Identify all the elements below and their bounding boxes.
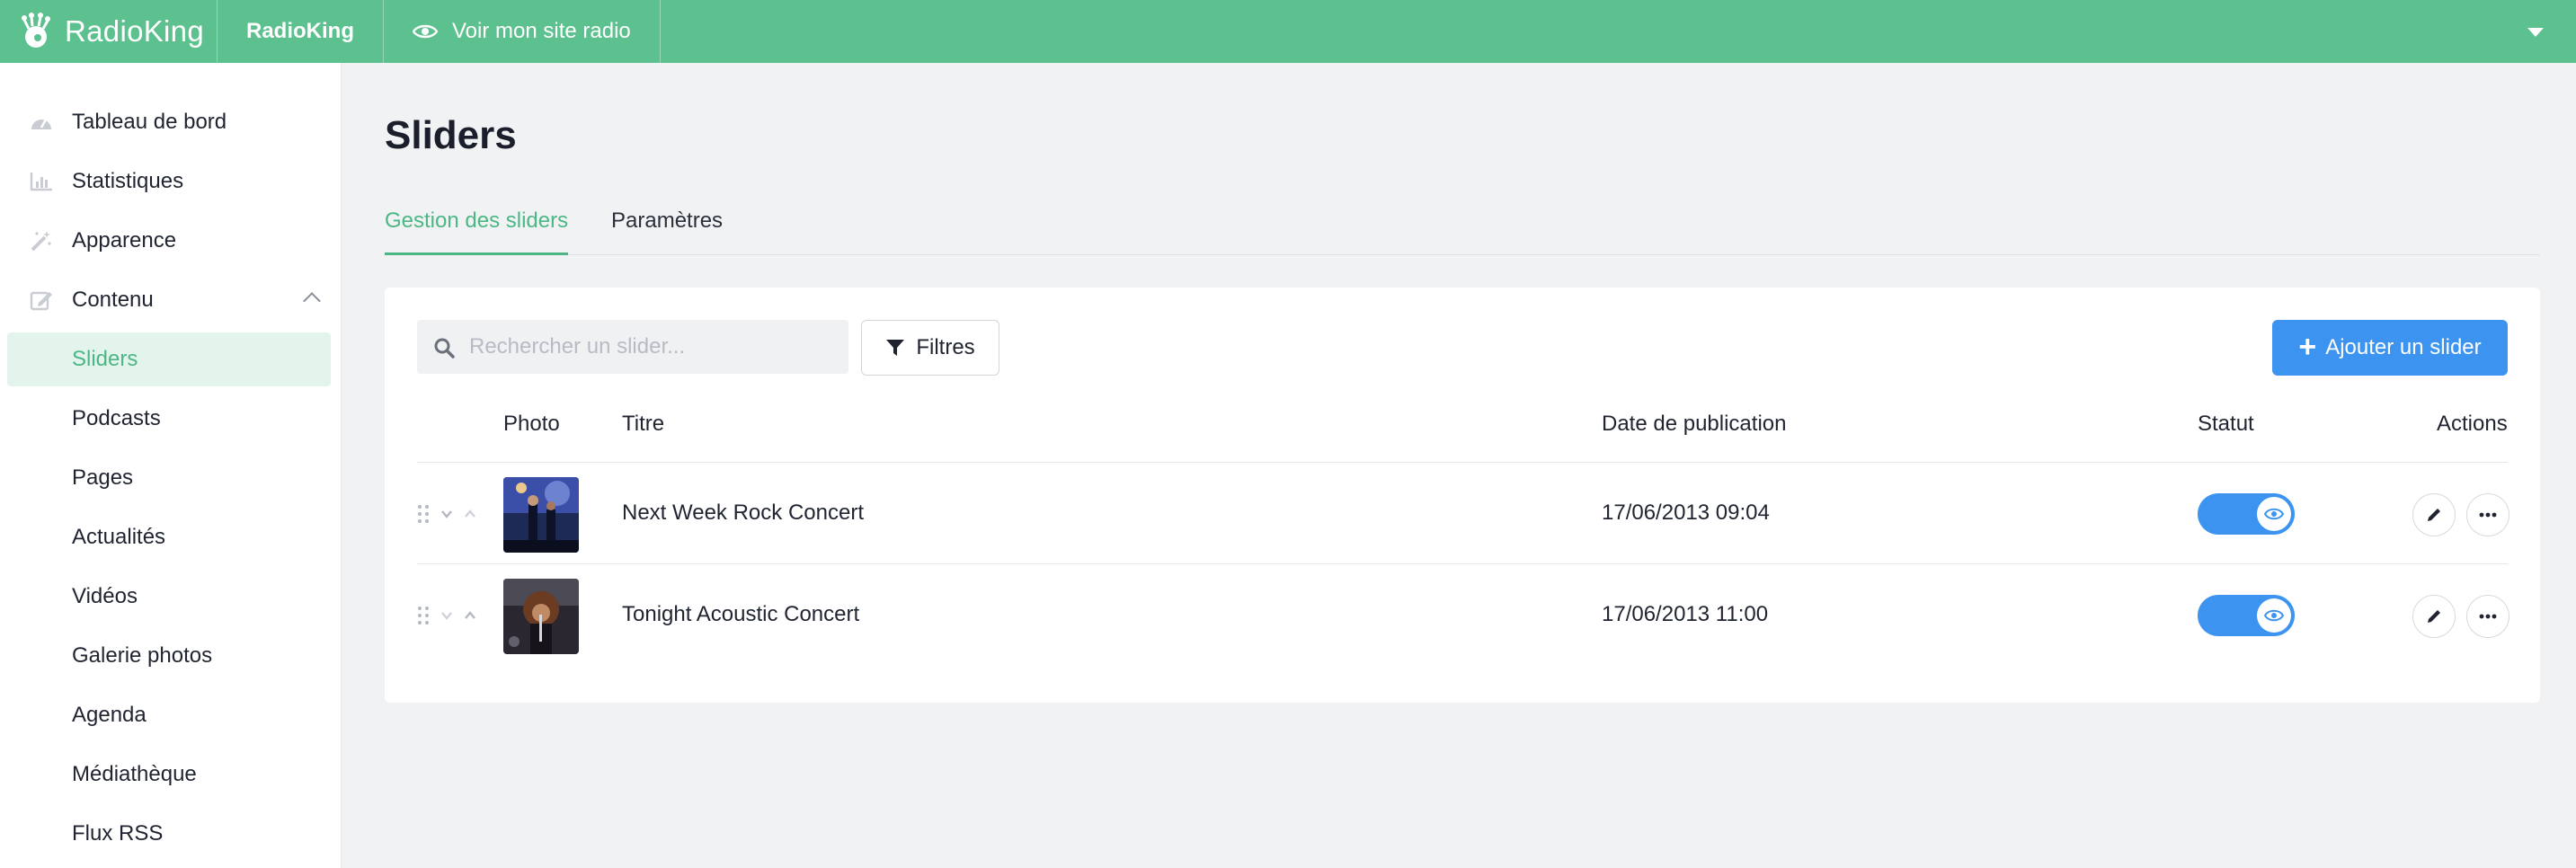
slider-photo bbox=[503, 579, 579, 654]
filter-button[interactable]: Filtres bbox=[861, 320, 999, 376]
search-icon bbox=[434, 338, 455, 359]
search-input[interactable] bbox=[469, 320, 838, 374]
tab-bar: Gestion des sliders Paramètres bbox=[385, 208, 2540, 255]
sidebar-item-news[interactable]: Actualités bbox=[7, 510, 331, 564]
slider-title: Next Week Rock Concert bbox=[622, 500, 864, 525]
eye-icon bbox=[2264, 508, 2284, 520]
more-options-button[interactable] bbox=[2466, 595, 2509, 638]
sidebar: Tableau de bord Statistiques Apparence C… bbox=[0, 63, 342, 868]
column-header-date[interactable]: Date de publication bbox=[1602, 412, 1786, 437]
edit-button[interactable] bbox=[2412, 595, 2456, 638]
radioking-logo-icon bbox=[22, 13, 50, 48]
magic-wand-icon bbox=[29, 228, 54, 253]
filter-label: Filtres bbox=[916, 335, 975, 359]
eye-icon bbox=[413, 24, 438, 39]
sidebar-item-label: Tableau de bord bbox=[72, 110, 227, 134]
more-options-button[interactable] bbox=[2466, 493, 2509, 536]
edit-button[interactable] bbox=[2412, 493, 2456, 536]
logo[interactable]: RadioKing bbox=[0, 0, 218, 63]
add-slider-button[interactable]: + Ajouter un slider bbox=[2272, 320, 2508, 376]
sidebar-item-label: Contenu bbox=[72, 288, 154, 312]
publication-date: 17/06/2013 09:04 bbox=[1602, 500, 1770, 525]
column-header-status: Statut bbox=[2198, 412, 2254, 436]
move-down-icon[interactable] bbox=[440, 609, 453, 622]
toggle-knob bbox=[2257, 598, 2291, 633]
pencil-icon bbox=[2428, 509, 2440, 521]
top-bar: RadioKing RadioKing Voir mon site radio bbox=[0, 0, 2576, 63]
account-dropdown-caret-icon[interactable] bbox=[2527, 28, 2544, 37]
sidebar-item-content[interactable]: Contenu bbox=[7, 273, 331, 327]
drag-handle-icon[interactable] bbox=[417, 504, 430, 524]
column-header-title[interactable]: Titre bbox=[622, 412, 664, 437]
table-row: Tonight Acoustic Concert 17/06/2013 11:0… bbox=[417, 564, 2509, 667]
ellipsis-icon bbox=[2479, 512, 2497, 518]
sidebar-item-label: Actualités bbox=[72, 525, 166, 549]
chevron-up-icon[interactable] bbox=[303, 292, 321, 310]
brand-name: RadioKing bbox=[65, 14, 204, 48]
sidebar-item-stats[interactable]: Statistiques bbox=[7, 155, 331, 208]
page-title: Sliders bbox=[385, 113, 517, 157]
slider-photo bbox=[503, 477, 579, 553]
eye-icon bbox=[2264, 609, 2284, 622]
sidebar-item-label: Sliders bbox=[72, 347, 138, 371]
sidebar-item-media-library[interactable]: Médiathèque bbox=[7, 748, 331, 802]
sidebar-item-label: Galerie photos bbox=[72, 643, 213, 668]
drag-handle-icon[interactable] bbox=[417, 606, 430, 625]
move-down-icon[interactable] bbox=[440, 508, 453, 520]
plus-icon: + bbox=[2298, 330, 2317, 364]
move-up-icon[interactable] bbox=[464, 609, 476, 622]
filter-icon bbox=[886, 340, 905, 356]
sidebar-item-label: Apparence bbox=[72, 228, 177, 252]
sidebar-item-videos[interactable]: Vidéos bbox=[7, 570, 331, 624]
column-header-actions: Actions bbox=[2437, 412, 2508, 436]
slider-title: Tonight Acoustic Concert bbox=[622, 602, 860, 626]
radio-name: RadioKing bbox=[246, 19, 354, 43]
view-site-label: Voir mon site radio bbox=[452, 19, 631, 43]
radio-selector[interactable]: RadioKing bbox=[218, 0, 384, 63]
status-toggle[interactable] bbox=[2198, 595, 2295, 636]
sliders-card: Filtres + Ajouter un slider Photo Titre … bbox=[385, 288, 2540, 703]
view-site-link[interactable]: Voir mon site radio bbox=[384, 0, 661, 63]
sidebar-item-label: Podcasts bbox=[72, 406, 161, 430]
dashboard-icon bbox=[29, 110, 54, 135]
publication-date: 17/06/2013 11:00 bbox=[1602, 602, 1769, 626]
sidebar-item-label: Médiathèque bbox=[72, 762, 197, 786]
sidebar-item-label: Statistiques bbox=[72, 169, 184, 193]
sidebar-item-label: Pages bbox=[72, 465, 134, 490]
status-toggle[interactable] bbox=[2198, 493, 2295, 535]
sidebar-item-photo-gallery[interactable]: Galerie photos bbox=[7, 629, 331, 683]
move-up-icon[interactable] bbox=[464, 508, 476, 520]
search-box bbox=[417, 320, 848, 374]
bar-chart-icon bbox=[29, 169, 54, 194]
sidebar-item-pages[interactable]: Pages bbox=[7, 451, 331, 505]
sidebar-item-label: Agenda bbox=[72, 703, 147, 727]
sidebar-item-label: Flux RSS bbox=[72, 821, 164, 846]
pencil-icon bbox=[2428, 610, 2440, 623]
sidebar-item-label: Vidéos bbox=[72, 584, 138, 608]
toggle-knob bbox=[2257, 497, 2291, 531]
add-slider-label: Ajouter un slider bbox=[2325, 335, 2482, 359]
sidebar-item-dashboard[interactable]: Tableau de bord bbox=[7, 95, 331, 149]
sidebar-item-podcasts[interactable]: Podcasts bbox=[7, 392, 331, 446]
table-row: Next Week Rock Concert 17/06/2013 09:04 bbox=[417, 462, 2509, 564]
tab-settings[interactable]: Paramètres bbox=[611, 208, 723, 255]
sidebar-item-agenda[interactable]: Agenda bbox=[7, 688, 331, 742]
sidebar-item-sliders[interactable]: Sliders bbox=[7, 332, 331, 386]
sidebar-item-appearance[interactable]: Apparence bbox=[7, 214, 331, 268]
tab-slider-management[interactable]: Gestion des sliders bbox=[385, 208, 569, 255]
ellipsis-icon bbox=[2479, 614, 2497, 619]
sidebar-item-rss-feed[interactable]: Flux RSS bbox=[7, 807, 331, 861]
edit-icon bbox=[29, 288, 54, 313]
column-header-photo: Photo bbox=[503, 412, 560, 436]
